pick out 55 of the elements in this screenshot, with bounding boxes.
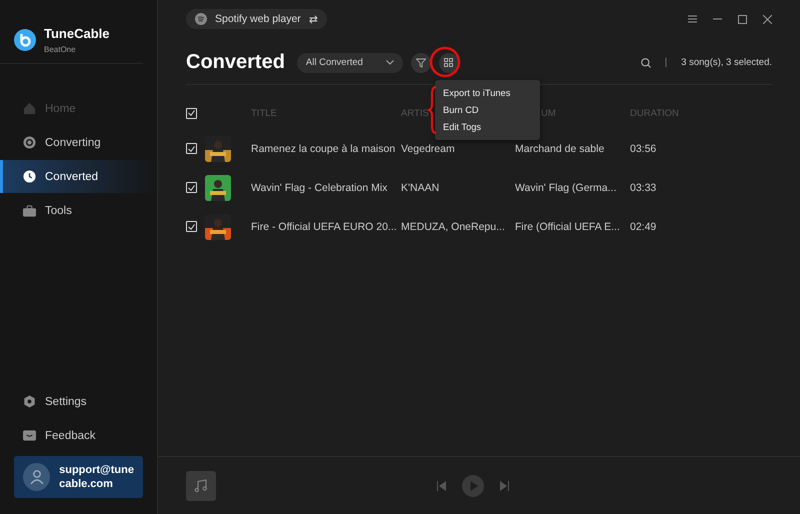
menu-item[interactable]: Export to iTunes — [435, 85, 540, 102]
filter-select[interactable]: All Converted — [296, 52, 403, 72]
refresh-icon — [23, 136, 36, 149]
table-cell: 03:56 — [630, 142, 656, 154]
table-cell: 02:49 — [630, 220, 656, 232]
account-email: cable.com — [59, 477, 114, 492]
table-cell: Marchand de sable — [515, 142, 604, 154]
filter-button[interactable] — [410, 52, 431, 72]
select-all-checkbox[interactable] — [186, 108, 197, 118]
account-card[interactable]: support@tune cable.com — [14, 456, 143, 498]
app-name: TuneCable — [44, 26, 110, 41]
source-button[interactable]: Spotify web player ⇄ — [186, 9, 327, 29]
search-icon[interactable] — [640, 58, 651, 68]
table-cell: Fire (Official UEFA E... — [515, 220, 620, 232]
app-subtitle: BeatOne — [44, 45, 77, 54]
close-icon[interactable] — [763, 14, 772, 24]
row-checkbox[interactable] — [186, 221, 197, 232]
table-cell: Ramenez la coupe à la maison — [251, 142, 396, 154]
maximize-icon[interactable] — [738, 14, 747, 24]
circle-annotation — [429, 46, 461, 78]
sidebar-item[interactable]: Converting — [0, 126, 157, 159]
table-cell: Wavin' Flag - Celebration Mix — [251, 182, 388, 194]
selection-summary: 3 song(s), 3 selected. — [681, 57, 772, 68]
sidebar-item[interactable]: Tools — [0, 194, 157, 227]
row-checkbox[interactable] — [186, 143, 197, 154]
minimize-icon[interactable] — [713, 18, 722, 20]
menu-item[interactable]: Edit Togs — [435, 119, 540, 136]
account-email: support@tune — [59, 462, 134, 477]
table-cell: Vegedream — [401, 142, 455, 154]
page-title: Converted — [186, 51, 285, 74]
menu-item[interactable]: Burn CD — [435, 102, 540, 119]
settings-icon — [23, 395, 36, 408]
menu-icon[interactable] — [688, 15, 697, 23]
grid-button[interactable] — [438, 52, 459, 72]
table-cell: Wavin' Flag (Germa... — [515, 182, 616, 194]
feedback-icon — [23, 430, 36, 441]
toolbox-icon — [23, 204, 36, 216]
table-cell: Fire - Official UEFA EURO 20... — [251, 220, 397, 232]
logo-icon — [14, 29, 36, 51]
avatar-icon — [23, 463, 50, 491]
table-cell: K'NAAN — [401, 182, 440, 194]
sidebar-item[interactable]: Settings — [0, 385, 157, 418]
filter-icon — [416, 58, 426, 68]
row-checkbox[interactable] — [186, 182, 197, 193]
home-icon — [23, 102, 36, 115]
sidebar-item[interactable]: Feedback — [0, 419, 157, 452]
clock-icon — [23, 170, 36, 183]
spotify-icon — [195, 13, 207, 25]
separator: | — [664, 57, 668, 68]
grid-icon — [444, 58, 454, 67]
table-cell: 03:33 — [630, 182, 656, 194]
music-note-icon — [186, 470, 216, 500]
table-cell: MEDUZA, OneRepu... — [401, 220, 505, 232]
caret-icon — [386, 60, 394, 65]
brace-annotation — [428, 86, 438, 134]
